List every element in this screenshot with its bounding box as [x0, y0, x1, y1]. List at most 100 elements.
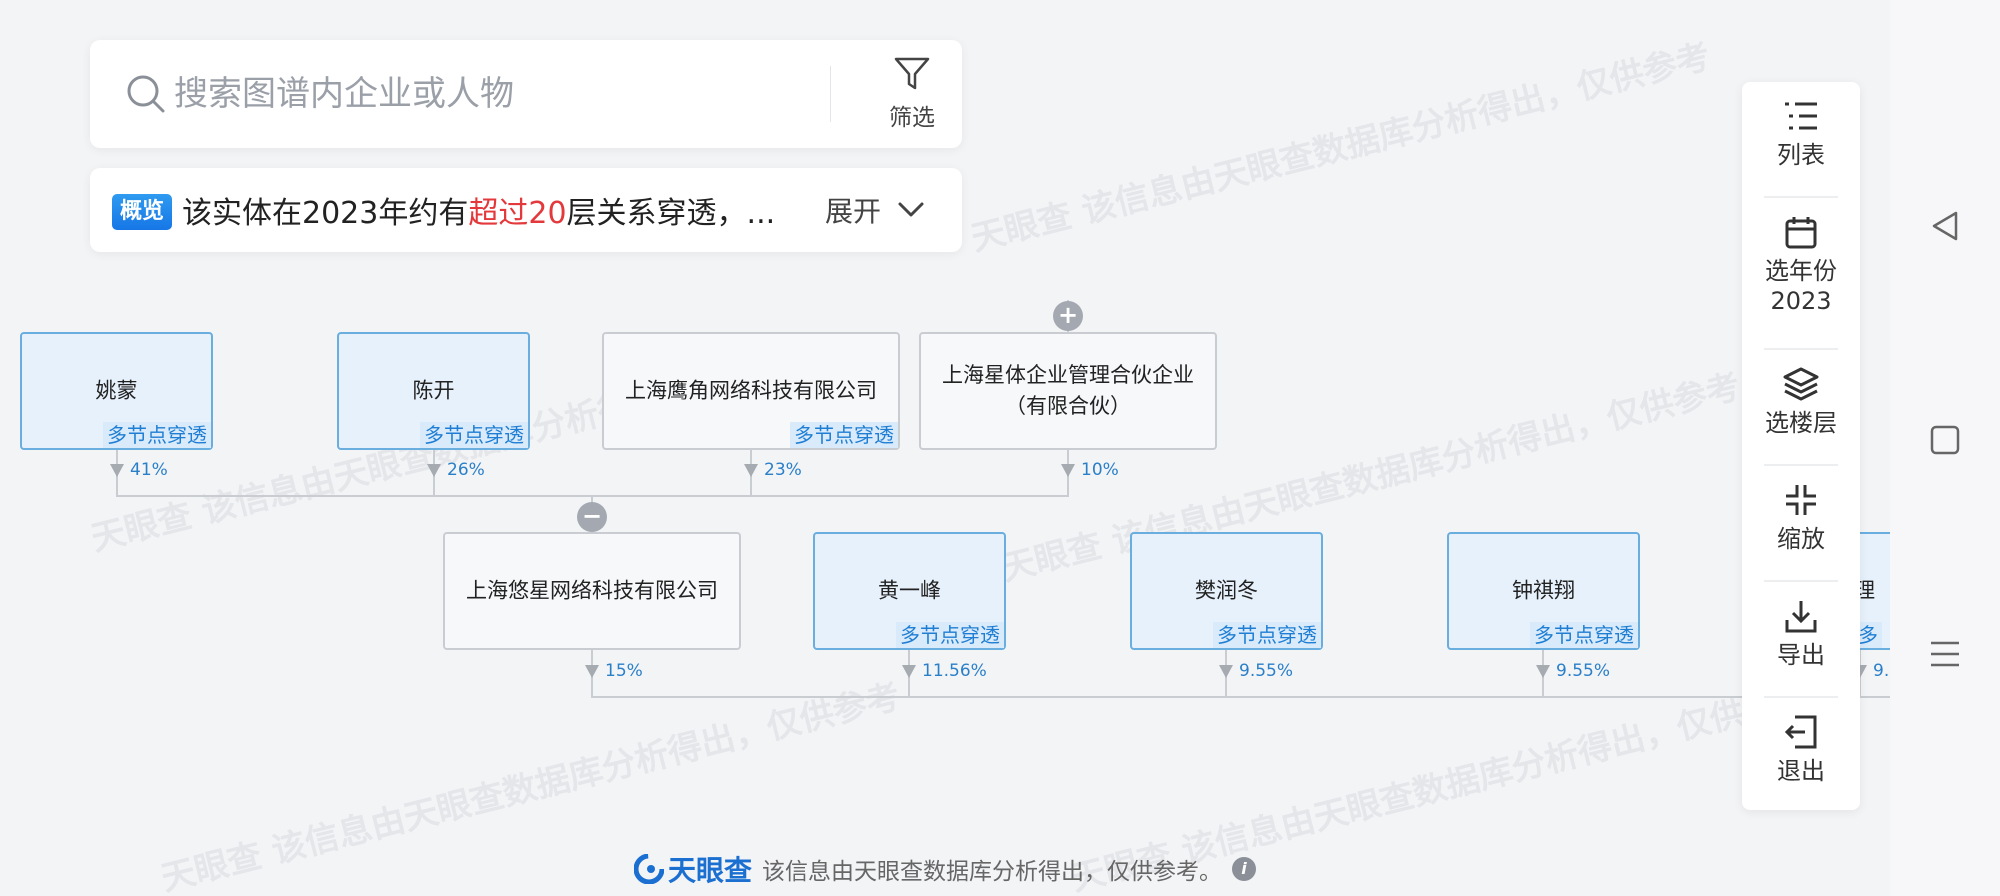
- zoom-button[interactable]: 缩放: [1742, 466, 1860, 580]
- arrow-down-icon: [902, 664, 916, 678]
- arrow-down-icon: [427, 463, 441, 477]
- share-percent-value: 11.56%: [922, 661, 987, 681]
- filter-label: 筛选: [889, 105, 935, 131]
- node-tag: 多节点穿透: [790, 422, 898, 448]
- share-percent: 41%: [110, 460, 168, 480]
- exit-label: 退出: [1777, 757, 1825, 785]
- list-button[interactable]: 列表: [1742, 82, 1860, 196]
- share-percent: 11.56%: [902, 661, 987, 681]
- expand-node-toggle[interactable]: +: [1053, 301, 1083, 331]
- system-nav-bar: [1890, 0, 2000, 896]
- share-percent: 15%: [585, 661, 643, 681]
- arrow-down-icon: [110, 463, 124, 477]
- home-square-icon: [1930, 425, 1960, 455]
- chevron-down-icon: [898, 202, 924, 217]
- watermark-logo: 天眼查: [997, 525, 1106, 590]
- calendar-icon: [1785, 217, 1817, 249]
- watermark: 天眼查 该信息由天眼查数据库分析得出，仅供参考: [965, 29, 1714, 260]
- exit-button[interactable]: 退出: [1742, 698, 1860, 812]
- node-name: 上海悠星网络科技有限公司: [466, 578, 718, 603]
- node-tag: 多节点穿透: [103, 422, 211, 448]
- shareholder-node[interactable]: 陈开 多节点穿透: [337, 332, 530, 450]
- share-percent: 9.55%: [1536, 661, 1610, 681]
- shareholder-node[interactable]: 姚蒙 多节点穿透: [20, 332, 213, 450]
- arrow-down-icon: [585, 664, 599, 678]
- menu-icon: [1931, 641, 1959, 667]
- graph-toolbar: 列表 选年份 2023 选楼层 缩放 导出 退出: [1742, 82, 1860, 810]
- year-label: 选年份: [1765, 257, 1837, 285]
- related-node[interactable]: 钟祺翔 多节点穿透: [1447, 532, 1640, 650]
- arrow-down-icon: [1061, 463, 1075, 477]
- share-percent: 10%: [1061, 460, 1119, 480]
- collapse-node-toggle[interactable]: −: [577, 502, 607, 532]
- back-button[interactable]: [1915, 196, 1975, 256]
- node-tag: 多节点穿透: [896, 622, 1004, 648]
- overview-banner: 概览 该实体在2023年约有超过20层关系穿透，... 展开: [90, 168, 962, 252]
- node-name: 钟祺翔: [1512, 578, 1575, 603]
- footer-text: 该信息由天眼查数据库分析得出，仅供参考。: [762, 859, 1222, 885]
- focus-company-node[interactable]: 上海悠星网络科技有限公司: [443, 532, 741, 650]
- share-percent: 26%: [427, 460, 485, 480]
- arrow-down-icon: [1536, 664, 1550, 678]
- share-percent: 9.55%: [1219, 661, 1293, 681]
- download-icon: [1785, 601, 1817, 633]
- year-select-button[interactable]: 选年份 2023: [1742, 198, 1860, 348]
- year-value: 2023: [1770, 287, 1832, 315]
- list-icon: [1785, 102, 1817, 130]
- share-percent-value: 9.55%: [1556, 661, 1611, 681]
- share-percent: 23%: [744, 460, 802, 480]
- overview-highlight: 超过20: [468, 196, 567, 231]
- tianyancha-logo: 天眼查: [633, 849, 752, 889]
- floor-select-button[interactable]: 选楼层: [1742, 350, 1860, 464]
- search-divider: [830, 66, 831, 122]
- export-button[interactable]: 导出: [1742, 582, 1860, 696]
- exit-icon: [1784, 715, 1817, 749]
- shareholder-node[interactable]: 上海星体企业管理合伙企业（有限合伙）: [919, 332, 1217, 450]
- zoom-label: 缩放: [1777, 525, 1825, 553]
- watermark-text: 该信息由天眼查数据库分析得出，仅供参考: [1077, 36, 1715, 232]
- menu-button[interactable]: [1915, 624, 1975, 684]
- share-percent-value: 15%: [605, 661, 643, 681]
- list-label: 列表: [1777, 141, 1825, 169]
- node-tag: 多节点穿透: [1213, 622, 1321, 648]
- tianyancha-logo-icon: [633, 854, 664, 884]
- node-name: 上海星体企业管理合伙企业（有限合伙）: [942, 363, 1194, 418]
- share-percent-value: 9.: [1873, 661, 1890, 681]
- home-button[interactable]: [1915, 410, 1975, 470]
- info-icon[interactable]: i: [1232, 857, 1256, 881]
- layers-icon: [1783, 367, 1819, 401]
- share-percent-value: 9.55%: [1239, 661, 1294, 681]
- search-bar: 筛选: [90, 40, 962, 148]
- overview-badge: 概览: [112, 194, 172, 230]
- share-percent-value: 10%: [1081, 460, 1119, 480]
- export-label: 导出: [1777, 641, 1825, 669]
- node-tag: 多节点穿透: [420, 422, 528, 448]
- zoom-icon: [1786, 485, 1816, 515]
- share-percent-value: 26%: [447, 460, 485, 480]
- share-percent-value: 23%: [764, 460, 802, 480]
- filter-icon: [894, 57, 930, 90]
- footer-disclaimer: 天眼查 该信息由天眼查数据库分析得出，仅供参考。 i: [0, 842, 1890, 896]
- overview-text-after: 层关系穿透，...: [566, 196, 776, 231]
- node-tag: 多节点穿透: [1530, 622, 1638, 648]
- arrow-down-icon: [744, 463, 758, 477]
- share-percent-value: 41%: [130, 460, 168, 480]
- expand-label: 展开: [825, 195, 882, 228]
- search-input[interactable]: [174, 64, 894, 124]
- node-name: 樊润冬: [1195, 578, 1258, 603]
- related-node[interactable]: 黄一峰 多节点穿透: [813, 532, 1006, 650]
- shareholder-node[interactable]: 上海鹰角网络科技有限公司 多节点穿透: [602, 332, 900, 450]
- node-name: 上海鹰角网络科技有限公司: [625, 378, 877, 403]
- arrow-down-icon: [1219, 664, 1233, 678]
- node-name: 陈开: [412, 378, 455, 403]
- watermark-logo: 天眼查: [967, 195, 1076, 260]
- related-node[interactable]: 樊润冬 多节点穿透: [1130, 532, 1323, 650]
- node-name: 姚蒙: [95, 378, 138, 403]
- overview-text: 该实体在2023年约有超过20层关系穿透，...: [182, 188, 775, 232]
- floor-label: 选楼层: [1765, 409, 1837, 437]
- overview-text-before: 该实体在2023年约有: [182, 196, 469, 231]
- logo-text: 天眼查: [667, 854, 752, 887]
- filter-button[interactable]: 筛选: [870, 56, 954, 136]
- expand-button[interactable]: 展开: [825, 184, 925, 236]
- graph-canvas[interactable]: 天眼查 该信息由天眼查数据库分析得出，仅供参考 天眼查 该信息由天眼查数据库分析…: [0, 0, 1890, 896]
